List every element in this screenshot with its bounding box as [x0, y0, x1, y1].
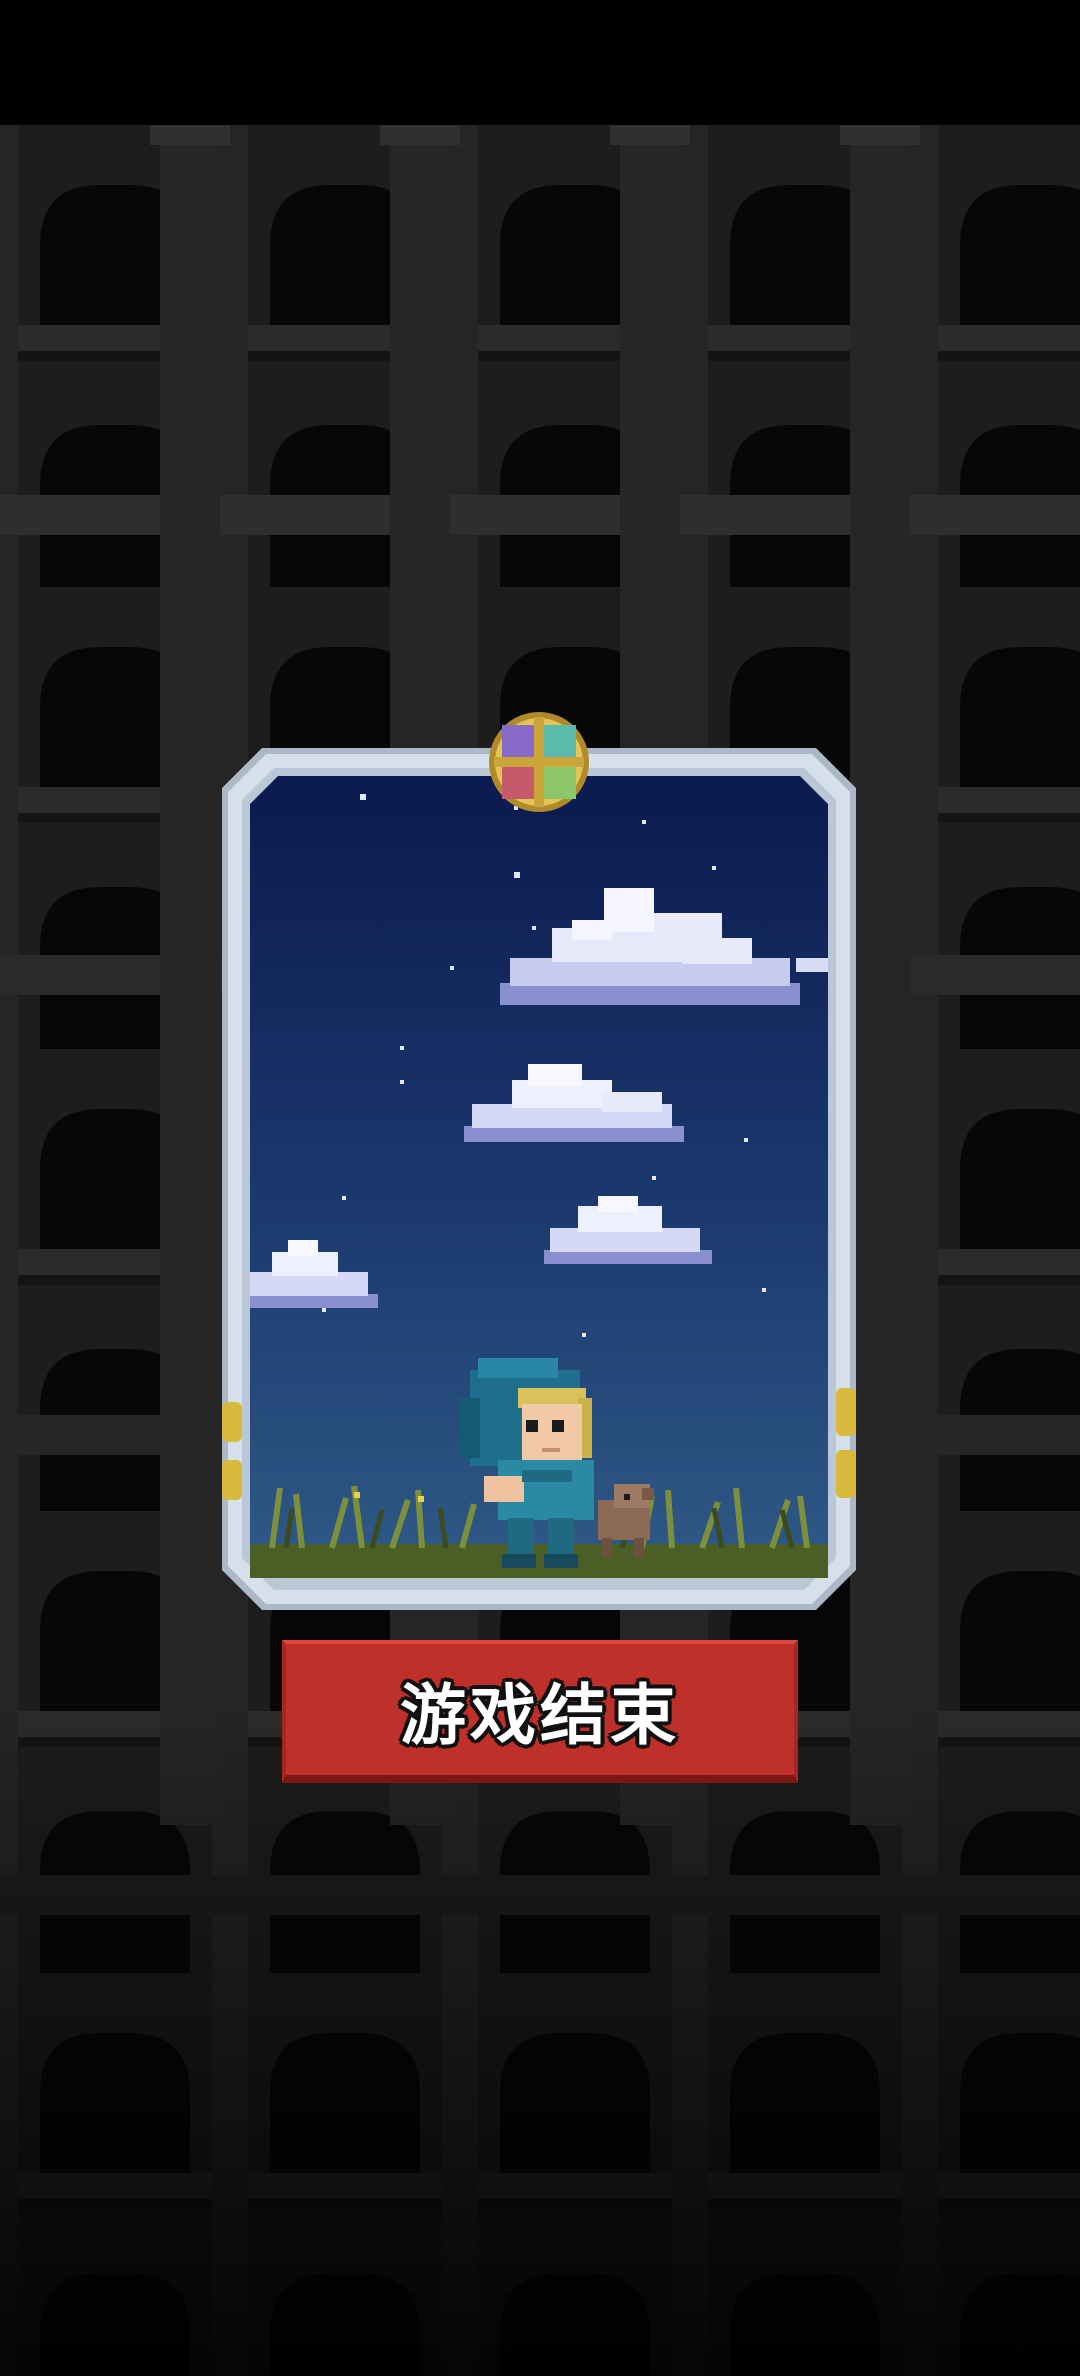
card-artwork: [222, 748, 856, 1610]
game-over-screen: 游戏结束: [0, 0, 1080, 2376]
game-over-button[interactable]: 游戏结束: [282, 1640, 798, 1783]
character-card: [222, 748, 856, 1610]
game-over-button-label: 游戏结束: [400, 1676, 680, 1754]
gem-medallion-icon: [489, 712, 589, 812]
